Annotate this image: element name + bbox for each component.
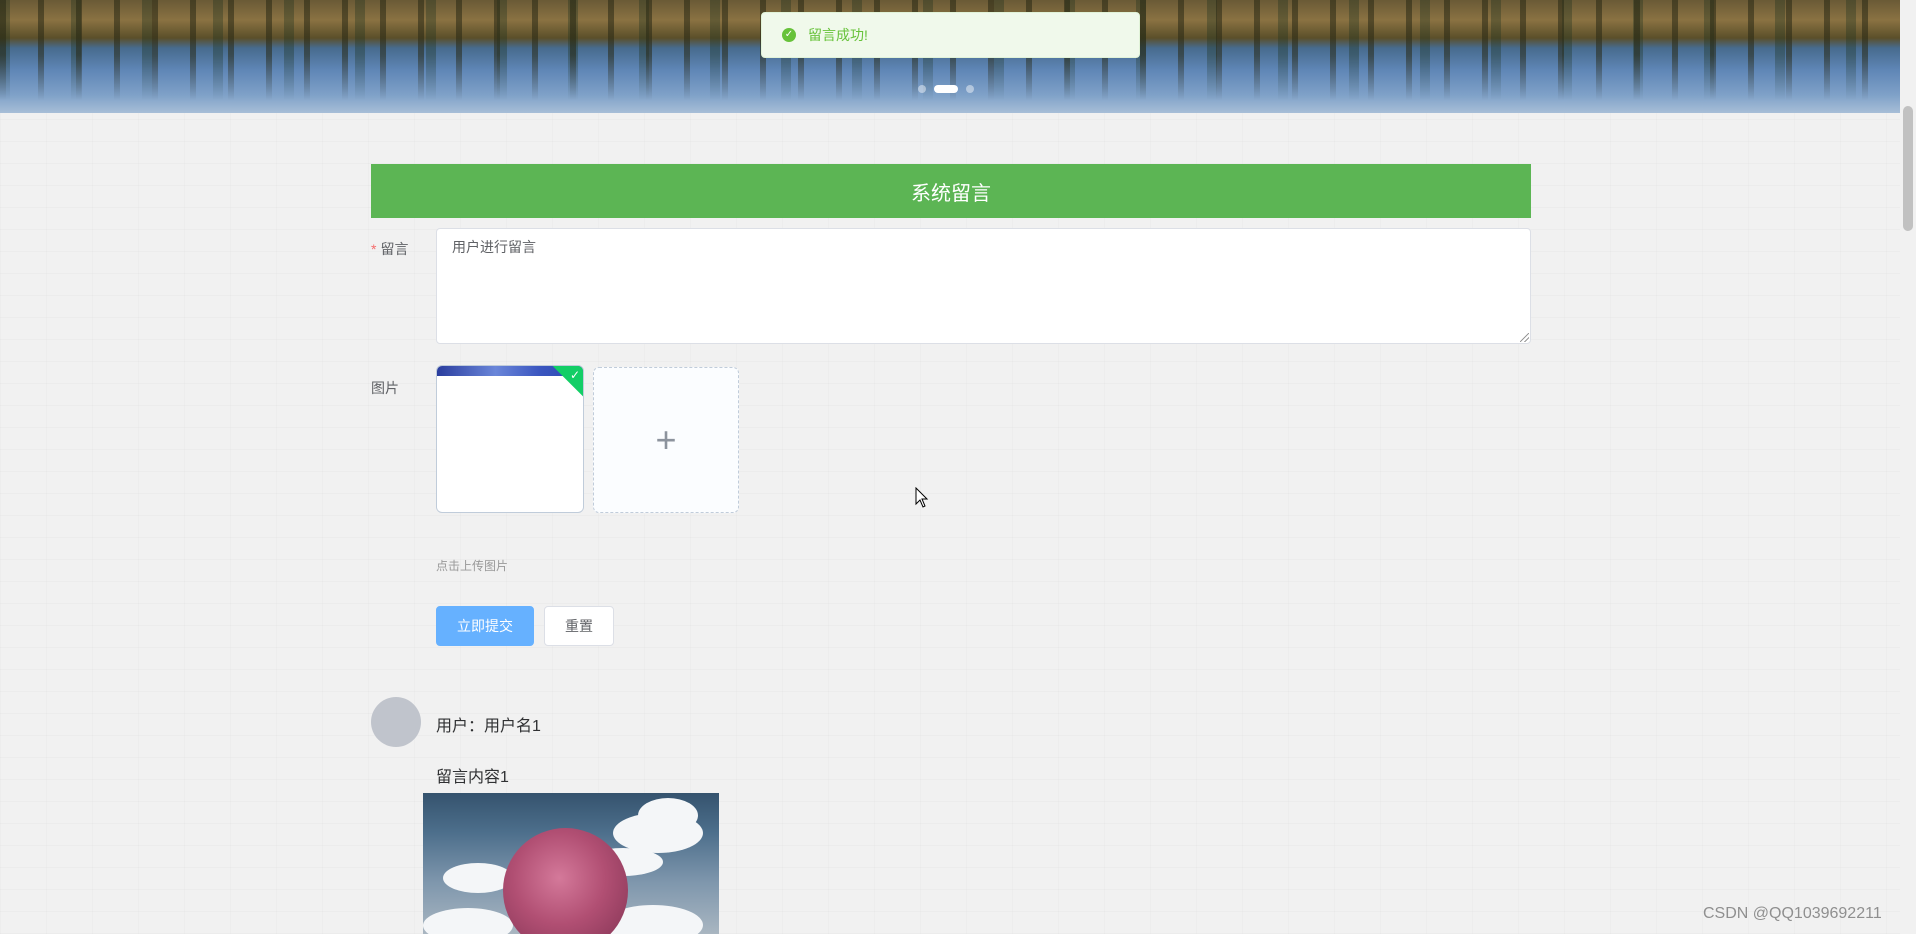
message-label-text: 留言 [380, 241, 409, 257]
image-label-text: 图片 [371, 380, 399, 396]
section-title: 系统留言 [371, 164, 1531, 218]
section-title-text: 系统留言 [911, 182, 991, 205]
carousel-indicators [918, 85, 974, 93]
page-scrollbar[interactable] [1900, 0, 1916, 934]
plus-icon: + [655, 419, 677, 460]
carousel-dot[interactable] [918, 85, 926, 93]
upload-add-button[interactable]: + [593, 367, 739, 513]
mouse-cursor-icon [915, 487, 929, 508]
carousel-dot[interactable] [966, 85, 974, 93]
message-user: 用户：用户名1 [436, 718, 541, 735]
message-textarea[interactable]: 用户进行留言 [436, 228, 1531, 344]
reset-button[interactable]: 重置 [544, 606, 614, 646]
check-circle-icon: ✓ [782, 28, 796, 42]
message-content: 留言内容1 [436, 769, 509, 786]
watermark: CSDN @QQ1039692211 [1703, 905, 1882, 922]
submit-button[interactable]: 立即提交 [436, 606, 534, 646]
resize-handle[interactable] [1520, 333, 1529, 342]
required-mark: * [371, 241, 377, 257]
image-label: 图片 [371, 378, 399, 398]
message-label: * 留言 [371, 239, 408, 259]
message-image [423, 793, 719, 934]
uploaded-image-thumbnail[interactable]: ✓ [436, 365, 584, 513]
avatar [371, 697, 421, 747]
carousel-dot-active[interactable] [934, 85, 958, 93]
success-toast: ✓ 留言成功! [761, 12, 1140, 58]
toast-message: 留言成功! [808, 27, 868, 43]
scrollbar-thumb[interactable] [1903, 106, 1913, 231]
upload-tip: 点击上传图片 [436, 559, 509, 573]
check-icon: ✓ [569, 368, 580, 382]
